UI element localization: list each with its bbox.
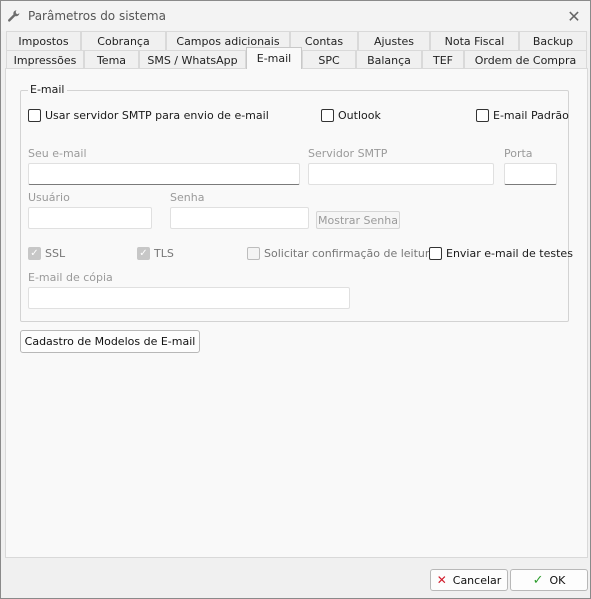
default-email-label: E-mail Padrão bbox=[493, 109, 569, 122]
wrench-icon bbox=[7, 9, 21, 23]
email-groupbox: E-mail Usar servidor SMTP para envio de … bbox=[20, 83, 573, 322]
dialog-footer: ✕ Cancelar ✓ OK bbox=[1, 559, 590, 598]
port-label: Porta bbox=[504, 147, 533, 160]
port-input[interactable] bbox=[504, 163, 557, 185]
tab-row-2: Impressões Tema SMS / WhatsApp E-mail SP… bbox=[1, 47, 590, 69]
read-receipt-checkbox[interactable]: Solicitar confirmação de leitura bbox=[247, 247, 436, 260]
checkbox-box[interactable] bbox=[28, 109, 41, 122]
checkbox-box[interactable] bbox=[476, 109, 489, 122]
tls-label: TLS bbox=[154, 247, 174, 260]
cc-email-input[interactable] bbox=[28, 287, 350, 309]
tab-tef[interactable]: TEF bbox=[422, 50, 464, 69]
ssl-label: SSL bbox=[45, 247, 66, 260]
tab-email[interactable]: E-mail bbox=[246, 47, 302, 69]
tab-impostos[interactable]: Impostos bbox=[6, 31, 81, 50]
send-test-checkbox[interactable]: Enviar e-mail de testes bbox=[429, 247, 573, 260]
title-bar: Parâmetros do sistema ✕ bbox=[1, 1, 590, 31]
tab-ajustes[interactable]: Ajustes bbox=[358, 31, 430, 50]
checkbox-box[interactable] bbox=[321, 109, 334, 122]
close-icon[interactable]: ✕ bbox=[561, 5, 587, 27]
user-input[interactable] bbox=[28, 207, 152, 229]
tab-backup[interactable]: Backup bbox=[519, 31, 587, 50]
x-icon: ✕ bbox=[436, 573, 447, 587]
tab-impressoes[interactable]: Impressões bbox=[6, 50, 84, 69]
tab-tema[interactable]: Tema bbox=[84, 50, 139, 69]
smtp-server-input[interactable] bbox=[308, 163, 494, 185]
window-title: Parâmetros do sistema bbox=[28, 9, 166, 23]
ok-label: OK bbox=[549, 573, 566, 587]
use-smtp-checkbox[interactable]: Usar servidor SMTP para envio de e-mail bbox=[28, 109, 269, 122]
tab-sms-whatsapp[interactable]: SMS / WhatsApp bbox=[139, 50, 246, 69]
default-email-checkbox[interactable]: E-mail Padrão bbox=[476, 109, 569, 122]
tab-ordem-de-compra[interactable]: Ordem de Compra bbox=[464, 50, 587, 69]
checkbox-box[interactable] bbox=[247, 247, 260, 260]
outlook-label: Outlook bbox=[338, 109, 381, 122]
password-label: Senha bbox=[170, 191, 205, 204]
read-receipt-label: Solicitar confirmação de leitura bbox=[264, 247, 437, 260]
user-label: Usuário bbox=[28, 191, 70, 204]
cc-email-label: E-mail de cópia bbox=[28, 271, 113, 284]
email-templates-button[interactable]: Cadastro de Modelos de E-mail bbox=[20, 330, 200, 353]
show-password-button[interactable]: Mostrar Senha bbox=[316, 211, 400, 229]
tab-balanca[interactable]: Balança bbox=[356, 50, 422, 69]
check-icon: ✓ bbox=[532, 572, 544, 588]
ssl-checkbox[interactable]: ✓ SSL bbox=[28, 247, 65, 260]
send-test-label: Enviar e-mail de testes bbox=[446, 247, 573, 260]
cancel-button[interactable]: ✕ Cancelar bbox=[430, 569, 508, 591]
tab-spc[interactable]: SPC bbox=[302, 50, 356, 69]
use-smtp-label: Usar servidor SMTP para envio de e-mail bbox=[45, 109, 269, 122]
tab-nota-fiscal[interactable]: Nota Fiscal bbox=[430, 31, 519, 50]
smtp-server-label: Servidor SMTP bbox=[308, 147, 388, 160]
tls-checkbox[interactable]: ✓ TLS bbox=[137, 247, 174, 260]
cancel-label: Cancelar bbox=[452, 573, 502, 587]
ok-button[interactable]: ✓ OK bbox=[510, 569, 588, 591]
settings-window: Parâmetros do sistema ✕ Impostos Cobranç… bbox=[0, 0, 591, 599]
tab-cobranca[interactable]: Cobrança bbox=[81, 31, 166, 50]
checkmark-icon[interactable]: ✓ bbox=[137, 247, 150, 260]
password-input[interactable] bbox=[170, 207, 309, 229]
your-email-input[interactable] bbox=[28, 163, 300, 185]
outlook-checkbox[interactable]: Outlook bbox=[321, 109, 381, 122]
checkmark-icon[interactable]: ✓ bbox=[28, 247, 41, 260]
tab-content-email: E-mail Usar servidor SMTP para envio de … bbox=[5, 68, 588, 558]
your-email-label: Seu e-mail bbox=[28, 147, 87, 160]
checkbox-box[interactable] bbox=[429, 247, 442, 260]
email-group-title: E-mail bbox=[28, 83, 67, 96]
